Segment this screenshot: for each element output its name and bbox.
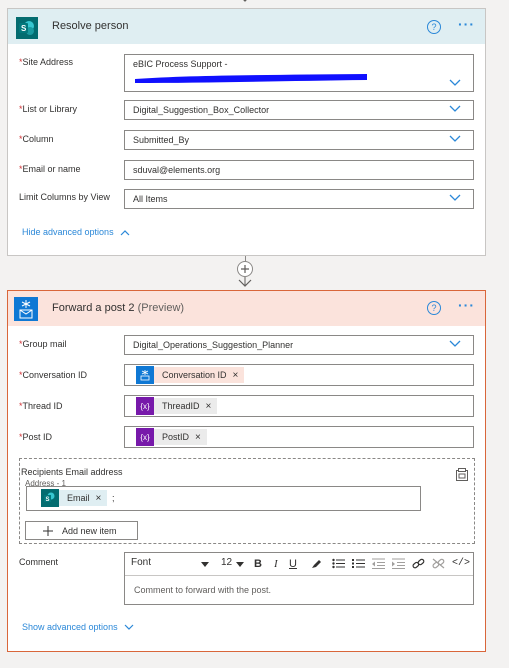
underline-icon[interactable]: U [289, 558, 297, 570]
group-mail-label: *Group mail [19, 339, 67, 349]
post-id-label: *Post ID [19, 432, 53, 442]
plus-icon [43, 526, 53, 536]
recipients-label: Recipients Email address [21, 467, 123, 477]
connector-arrow-top [238, 0, 252, 6]
forward-post-header[interactable]: Forward a post 2 (Preview) ? ··· [8, 291, 485, 326]
add-new-item-button[interactable]: Add new item [25, 521, 138, 540]
chevron-down-icon [449, 340, 461, 347]
chevron-down-icon [449, 79, 461, 86]
bold-icon[interactable]: B [254, 558, 262, 570]
comment-label: Comment [19, 557, 59, 567]
thread-id-label: *Thread ID [19, 401, 63, 411]
code-view-icon[interactable]: </> [452, 558, 470, 569]
italic-icon[interactable]: I [274, 558, 278, 570]
increase-indent-icon[interactable] [392, 558, 405, 569]
remove-token-icon[interactable]: × [233, 370, 239, 381]
groups-mail-icon [136, 366, 154, 384]
sharepoint-icon: S [41, 489, 59, 507]
font-color-icon[interactable] [311, 558, 322, 569]
list-library-select[interactable]: Digital_Suggestion_Box_Collector [124, 100, 474, 120]
connector-arrow [238, 277, 252, 289]
redaction-mark [135, 74, 367, 83]
help-icon[interactable]: ? [427, 301, 441, 315]
email-token[interactable]: S Email × [41, 489, 108, 507]
remove-token-icon[interactable]: × [96, 493, 102, 504]
email-name-label: *Email or name [19, 164, 81, 174]
plus-icon [241, 265, 249, 273]
font-family-select[interactable]: Font [131, 557, 211, 571]
email-name-input[interactable]: sduval@elements.org [124, 160, 474, 180]
recipients-array-section: Recipients Email address Address - 1 S E… [19, 458, 475, 544]
more-options-icon[interactable]: ··· [458, 16, 475, 32]
bulleted-list-icon[interactable] [332, 558, 345, 569]
switch-to-text-mode-icon[interactable] [455, 468, 469, 482]
variable-icon: {x} [136, 428, 154, 446]
more-options-icon[interactable]: ··· [458, 297, 475, 313]
groups-mail-icon [14, 297, 38, 321]
thread-id-input[interactable]: {x} ThreadID × [124, 395, 474, 417]
group-mail-select[interactable]: Digital_Operations_Suggestion_Planner [124, 335, 474, 355]
chevron-up-icon [120, 230, 130, 236]
list-library-label: *List or Library [19, 104, 78, 114]
decrease-indent-icon[interactable] [372, 558, 385, 569]
limit-columns-select[interactable]: All Items [124, 189, 474, 209]
conversation-id-token[interactable]: Conversation ID × [136, 366, 245, 384]
svg-text:S: S [21, 24, 27, 33]
column-label: *Column [19, 134, 54, 144]
add-new-item-label: Add new item [62, 526, 117, 536]
chevron-down-icon [449, 105, 461, 112]
resolve-person-card: S Resolve person ? ··· *Site Address eBI… [7, 8, 486, 256]
comment-rich-text-editor[interactable]: Font 12 B I U </> Comment to forward wit… [124, 552, 474, 605]
recipient-address-input[interactable]: S Email × ; [26, 486, 421, 511]
chevron-down-icon [449, 135, 461, 142]
thread-id-token[interactable]: {x} ThreadID × [136, 397, 218, 415]
post-id-input[interactable]: {x} PostID × [124, 426, 474, 448]
chevron-down-icon [449, 194, 461, 201]
sharepoint-icon: S [16, 17, 38, 39]
numbered-list-icon[interactable] [352, 558, 365, 569]
comment-placeholder: Comment to forward with the post. [134, 585, 272, 595]
site-address-select[interactable]: eBIC Process Support - [124, 54, 474, 92]
remove-token-icon[interactable]: × [195, 432, 201, 443]
unlink-icon[interactable] [432, 558, 445, 569]
caret-down-icon [201, 562, 209, 567]
card-title: Forward a post 2 (Preview) [52, 302, 185, 314]
card-title: Resolve person [52, 20, 129, 32]
resolve-person-header[interactable]: S Resolve person ? ··· [8, 9, 485, 44]
font-size-select[interactable]: 12 [221, 557, 249, 571]
show-advanced-options-link[interactable]: Show advanced options [22, 622, 134, 632]
chevron-down-icon [124, 624, 134, 630]
hide-advanced-options-link[interactable]: Hide advanced options [22, 227, 130, 237]
site-address-label: *Site Address [19, 57, 74, 67]
limit-columns-label: Limit Columns by View [19, 192, 110, 202]
remove-token-icon[interactable]: × [206, 401, 212, 412]
help-icon[interactable]: ? [427, 20, 441, 34]
variable-icon: {x} [136, 397, 154, 415]
conversation-id-input[interactable]: Conversation ID × [124, 364, 474, 386]
svg-text:S: S [46, 497, 50, 503]
conversation-id-label: *Conversation ID [19, 370, 88, 380]
insert-step-button[interactable] [237, 261, 253, 277]
rte-toolbar: Font 12 B I U </> [125, 553, 473, 576]
column-select[interactable]: Submitted_By [124, 130, 474, 150]
link-icon[interactable] [412, 558, 425, 569]
separator-text: ; [112, 493, 115, 503]
post-id-token[interactable]: {x} PostID × [136, 428, 207, 446]
forward-post-card: Forward a post 2 (Preview) ? ··· *Group … [7, 290, 486, 652]
caret-down-icon [236, 562, 244, 567]
